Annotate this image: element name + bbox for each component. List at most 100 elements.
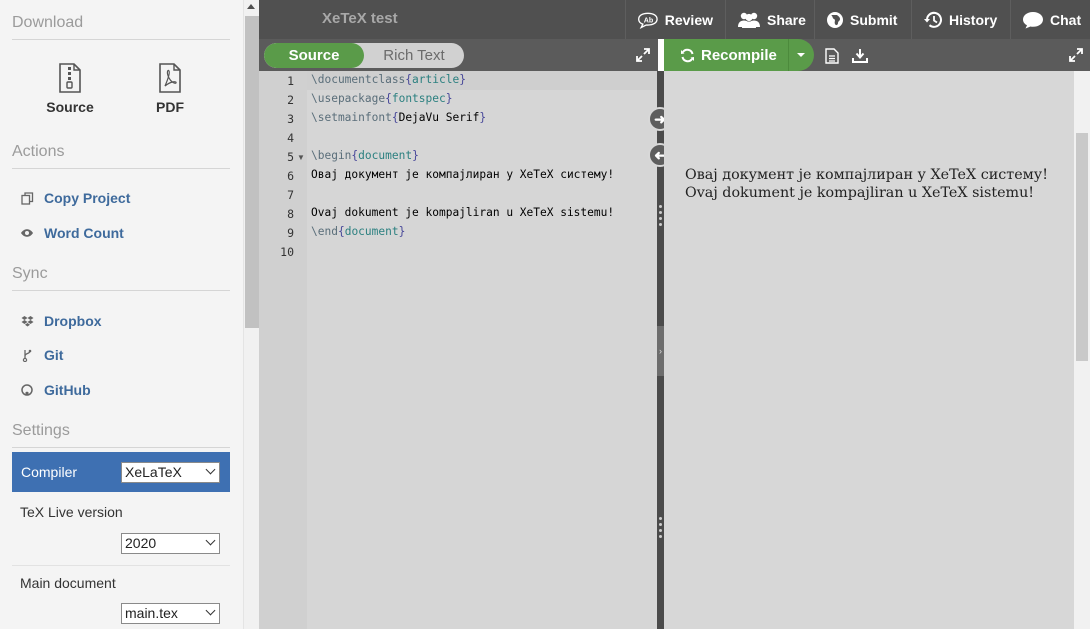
code-line[interactable]: Ovaj dokument je kompajliran u XeTeX sis… [311,206,614,219]
review-label: Review [664,11,713,28]
chat-icon [1023,11,1043,28]
settings-divider [12,565,230,566]
download-pdf-button[interactable]: PDF [135,63,205,115]
settings-scrollbar[interactable] [243,0,259,629]
review-icon: Ab [638,12,658,29]
zip-file-icon [59,63,81,93]
resize-handle-icon[interactable] [659,205,662,229]
pdf-file-icon [159,63,181,93]
pdf-scrollbar-thumb[interactable] [1076,133,1088,361]
github-link[interactable]: GitHub [20,382,91,398]
history-button[interactable]: History [911,0,1011,39]
globe-icon [827,11,843,28]
eye-icon [20,228,34,238]
pdf-text-line: Ovaj dokument je kompajliran u XeTeX sis… [685,185,1035,201]
recompile-options-dropdown[interactable] [788,39,814,71]
submit-button[interactable]: Submit [814,0,910,39]
editor-mode-toggle[interactable]: Source Rich Text [264,43,464,68]
download-source-button[interactable]: Source [35,63,105,115]
history-icon [924,11,942,28]
chat-button[interactable]: Chat [1010,0,1090,39]
line-number-gutter: 1 2 3 4 5 ▼ 6 7 8 9 10 [259,71,307,629]
word-count-link[interactable]: Word Count [20,225,124,241]
word-count-label: Word Count [44,225,124,241]
download-pdf-label: PDF [156,99,184,115]
copy-project-label: Copy Project [44,190,131,206]
dropbox-icon [20,315,34,327]
git-icon [20,349,34,362]
chevron-down-icon [205,464,216,475]
line-number: 9 [287,226,294,240]
compiler-select[interactable]: XeLaTeX [121,462,220,483]
chat-label: Chat [1050,11,1082,28]
line-number: 6 [287,169,294,183]
line-number: 2 [287,93,294,107]
recompile-label: Recompile [701,46,777,64]
code-line[interactable]: \end{document} [311,225,405,238]
dropbox-link[interactable]: Dropbox [20,313,102,329]
chevron-down-icon [205,605,216,616]
download-pdf-icon[interactable] [852,48,868,63]
copy-icon [20,191,34,205]
editor-toolbar: Source Rich Text [259,39,658,71]
actions-heading: Actions [12,143,230,169]
log-file-icon[interactable] [825,48,839,64]
scroll-up-arrow-icon[interactable] [247,4,255,9]
recompile-button[interactable]: Recompile [664,39,814,71]
texlive-value: 2020 [125,535,157,551]
compiler-value: XeLaTeX [125,464,182,480]
code-line[interactable]: \begin{document} [311,149,419,162]
settings-panel: Download Source PDF Actions Copy Project [0,0,243,629]
expand-editor-icon[interactable] [636,48,650,62]
chevron-down-icon [205,535,216,546]
copy-project-link[interactable]: Copy Project [20,190,130,206]
line-number: 1 [287,74,294,88]
line-number: 3 [287,112,294,126]
top-toolbar: XeTeX test Ab Review Share Submit Histor… [259,0,1090,39]
share-label: Share [767,11,806,28]
project-title: XeTeX test [322,10,398,27]
line-number: 10 [280,245,294,259]
pdf-text-line: Овај документ је компајлиран у XeTeX сис… [685,167,1048,183]
pdf-toolbar: Recompile [664,39,1090,71]
line-number: 7 [287,188,294,202]
rich-text-mode-button[interactable]: Rich Text [364,43,464,68]
resize-handle-icon[interactable] [659,517,662,541]
pdf-scrollbar[interactable] [1074,71,1090,629]
collapse-pane-icon[interactable]: › [657,326,664,376]
compiler-label: Compiler [21,464,78,480]
texlive-select[interactable]: 2020 [121,533,220,554]
main-document-label: Main document [20,575,116,591]
download-source-label: Source [46,99,94,115]
sync-heading: Sync [12,265,230,291]
code-line[interactable]: Овај документ је компајлиран у XeTeX сис… [311,168,614,181]
line-number: 4 [287,131,294,145]
line-number: 5 [287,150,294,164]
main-document-select[interactable]: main.tex [121,603,220,624]
download-heading: Download [12,14,230,40]
code-line[interactable]: \usepackage{fontspec} [311,92,452,105]
history-label: History [949,11,998,28]
github-icon [20,384,34,396]
code-editor[interactable]: \documentclass{article} \usepackage{font… [307,71,657,629]
expand-pdf-icon[interactable] [1069,48,1083,62]
svg-text:Ab: Ab [644,16,654,24]
code-line[interactable]: \documentclass{article} [311,73,466,86]
pdf-preview[interactable]: Овај документ је компајлиран у XeTeX сис… [664,71,1074,629]
fold-toggle-icon[interactable]: ▼ [297,153,305,162]
refresh-icon [681,48,694,62]
github-label: GitHub [44,382,91,398]
git-link[interactable]: Git [20,347,63,363]
source-mode-button[interactable]: Source [264,43,364,68]
settings-heading: Settings [12,422,230,448]
main-document-value: main.tex [125,605,178,621]
dropbox-label: Dropbox [44,313,102,329]
scrollbar-thumb[interactable] [245,16,259,328]
texlive-label: TeX Live version [20,504,123,520]
submit-label: Submit [850,11,898,28]
git-label: Git [44,347,64,363]
share-button[interactable]: Share [725,0,813,39]
share-icon [738,12,760,28]
code-line[interactable]: \setmainfont{DejaVu Serif} [311,111,486,124]
review-button[interactable]: Ab Review [625,0,713,39]
